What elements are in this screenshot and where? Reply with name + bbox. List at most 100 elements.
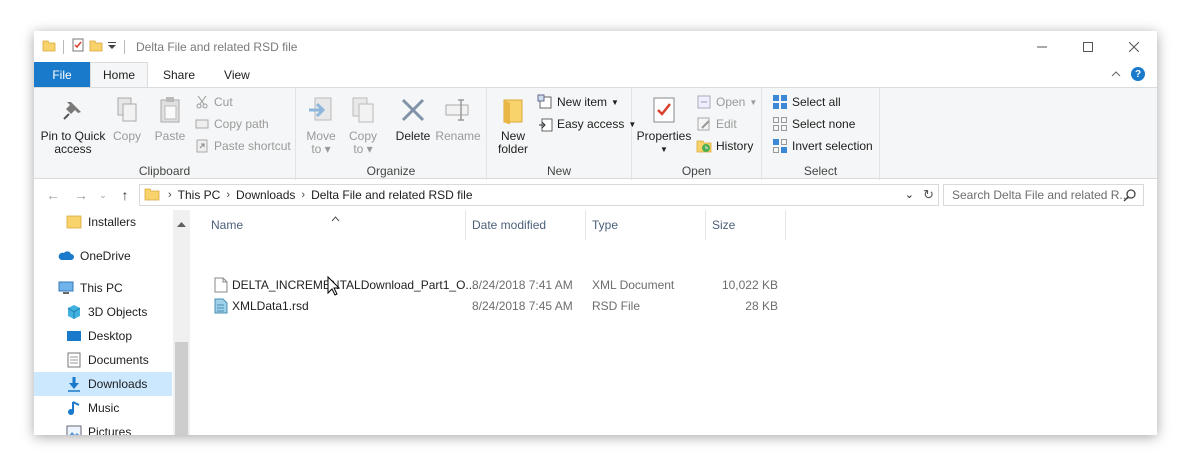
column-header-type[interactable]: Type: [586, 210, 706, 240]
select-all-button[interactable]: Select all: [772, 92, 841, 112]
new-folder-button[interactable]: New folder: [491, 92, 535, 156]
tab-share[interactable]: Share: [148, 62, 210, 87]
column-header-size[interactable]: Size: [706, 210, 786, 240]
nav-item-label: Documents: [88, 353, 149, 367]
chevron-right-icon: ›: [168, 189, 172, 201]
nav-item-desktop[interactable]: Desktop: [34, 324, 172, 348]
paste-button[interactable]: Paste: [150, 92, 190, 143]
new-folder-label-2: folder: [497, 142, 529, 156]
nav-item-downloads[interactable]: Downloads: [34, 372, 172, 396]
tab-home[interactable]: Home: [90, 62, 148, 87]
history-icon: [696, 138, 712, 154]
chevron-right-icon: ›: [301, 189, 306, 201]
properties-icon[interactable]: [71, 38, 85, 55]
maximize-button[interactable]: [1065, 31, 1111, 62]
address-dropdown-icon[interactable]: ⌄: [905, 188, 914, 201]
clipboard-group-label: Clipboard: [138, 164, 191, 178]
tab-file[interactable]: File: [34, 62, 90, 87]
easy-access-button[interactable]: Easy access ▼: [537, 114, 636, 134]
copy-path-button[interactable]: Copy path: [194, 114, 269, 134]
invert-selection-button[interactable]: Invert selection: [772, 136, 873, 156]
folder-icon: [144, 187, 160, 204]
help-icon[interactable]: ?: [1131, 67, 1145, 81]
close-button[interactable]: [1111, 31, 1157, 62]
file-size: 28 KB: [745, 299, 778, 313]
select-none-button[interactable]: Select none: [772, 114, 855, 134]
easy-access-label: Easy access: [557, 117, 625, 131]
search-box[interactable]: Search Delta File and related R...: [943, 184, 1144, 206]
open-label: Open: [716, 95, 746, 109]
cut-label: Cut: [214, 95, 233, 109]
move-to-button[interactable]: Move to ▾: [304, 92, 338, 156]
column-header-label: Size: [712, 218, 736, 232]
table-row[interactable]: XMLData1.rsd 8/24/2018 7:45 AM RSD File …: [190, 296, 790, 317]
new-item-button[interactable]: New item ▼: [537, 92, 619, 112]
table-row[interactable]: DELTA_INCREMENTALDownload_Part1_O... 8/2…: [190, 275, 790, 296]
invert-selection-label: Invert selection: [792, 139, 873, 153]
properties-button[interactable]: Properties ▼: [636, 92, 692, 156]
breadcrumb-current-folder[interactable]: Delta File and related RSD file: [311, 188, 472, 202]
copy-to-button[interactable]: Copy to ▾: [346, 92, 380, 156]
ribbon-options: ?: [1111, 67, 1145, 81]
nav-item-label: This PC: [80, 281, 123, 295]
nav-item-onedrive[interactable]: OneDrive: [34, 244, 172, 268]
paste-label: Paste: [154, 129, 186, 143]
customize-dropdown-icon[interactable]: [107, 38, 117, 55]
forward-button[interactable]: →: [72, 186, 90, 204]
column-header-label: Name: [211, 218, 244, 232]
edit-button[interactable]: Edit: [696, 114, 737, 134]
refresh-icon[interactable]: ↻: [923, 187, 934, 203]
open-button[interactable]: Open ▼: [696, 92, 757, 112]
scrollbar-thumb[interactable]: [175, 342, 188, 435]
explorer-window: Delta File and related RSD file File Hom…: [34, 31, 1157, 435]
search-input[interactable]: Search Delta File and related R...: [952, 188, 1129, 202]
nav-item-label: Pictures: [88, 425, 132, 435]
easy-access-icon: [537, 116, 553, 132]
paste-shortcut-label: Paste shortcut: [214, 139, 291, 153]
cloud-icon: [58, 248, 74, 264]
collapse-ribbon-icon[interactable]: [1111, 67, 1121, 81]
column-header-name[interactable]: Name: [205, 210, 466, 240]
nav-item-label: Desktop: [88, 329, 133, 343]
cut-button[interactable]: Cut: [194, 92, 233, 112]
paste-shortcut-button[interactable]: Paste shortcut: [194, 136, 291, 156]
folder-icon: [66, 214, 82, 230]
nav-item-label: 3D Objects: [88, 305, 148, 319]
nav-pane-scrollbar[interactable]: [173, 210, 190, 435]
nav-item-installers[interactable]: Installers: [34, 210, 172, 234]
move-to-label-2: to ▾: [311, 142, 331, 156]
nav-item-pictures[interactable]: Pictures: [34, 420, 172, 435]
column-header-date[interactable]: Date modified: [466, 210, 586, 240]
copy-icon: [111, 92, 143, 128]
scroll-up-arrow-icon[interactable]: [177, 216, 186, 230]
rename-button[interactable]: Rename: [435, 92, 481, 143]
back-button[interactable]: ←: [44, 186, 62, 204]
nav-item-label: Music: [88, 401, 120, 415]
history-button[interactable]: History: [696, 136, 753, 156]
navigation-bar: ← → ⌄ ↑ › This PC › Downloads › Delta Fi…: [34, 180, 1157, 210]
nav-item-this-pc[interactable]: This PC: [34, 276, 172, 300]
address-bar[interactable]: › This PC › Downloads › Delta File and r…: [139, 184, 939, 206]
tab-view[interactable]: View: [210, 62, 264, 87]
pin-quick-access-button[interactable]: Pin to Quick access: [40, 92, 106, 156]
window-title: Delta File and related RSD file: [136, 39, 298, 54]
scissors-icon: [194, 94, 210, 110]
recent-locations-button[interactable]: ⌄: [94, 186, 112, 204]
nav-item-music[interactable]: Music: [34, 396, 172, 420]
search-icon: [1123, 188, 1137, 205]
paste-icon: [154, 92, 186, 128]
pin-icon: [57, 92, 89, 128]
breadcrumb-this-pc[interactable]: This PC: [178, 188, 221, 202]
mouse-pointer-icon: [327, 275, 341, 299]
minimize-button[interactable]: [1019, 31, 1065, 62]
up-button[interactable]: ↑: [116, 186, 134, 204]
nav-item-3d-objects[interactable]: 3D Objects: [34, 300, 172, 324]
dropdown-arrow-icon: ▼: [660, 145, 668, 154]
file-type: RSD File: [592, 299, 641, 313]
delete-button[interactable]: Delete: [394, 92, 432, 143]
nav-item-documents[interactable]: Documents: [34, 348, 172, 372]
copy-button[interactable]: Copy: [108, 92, 146, 143]
new-folder-icon[interactable]: [89, 38, 103, 55]
new-folder-icon: [497, 92, 529, 128]
breadcrumb-downloads[interactable]: Downloads: [236, 188, 295, 202]
